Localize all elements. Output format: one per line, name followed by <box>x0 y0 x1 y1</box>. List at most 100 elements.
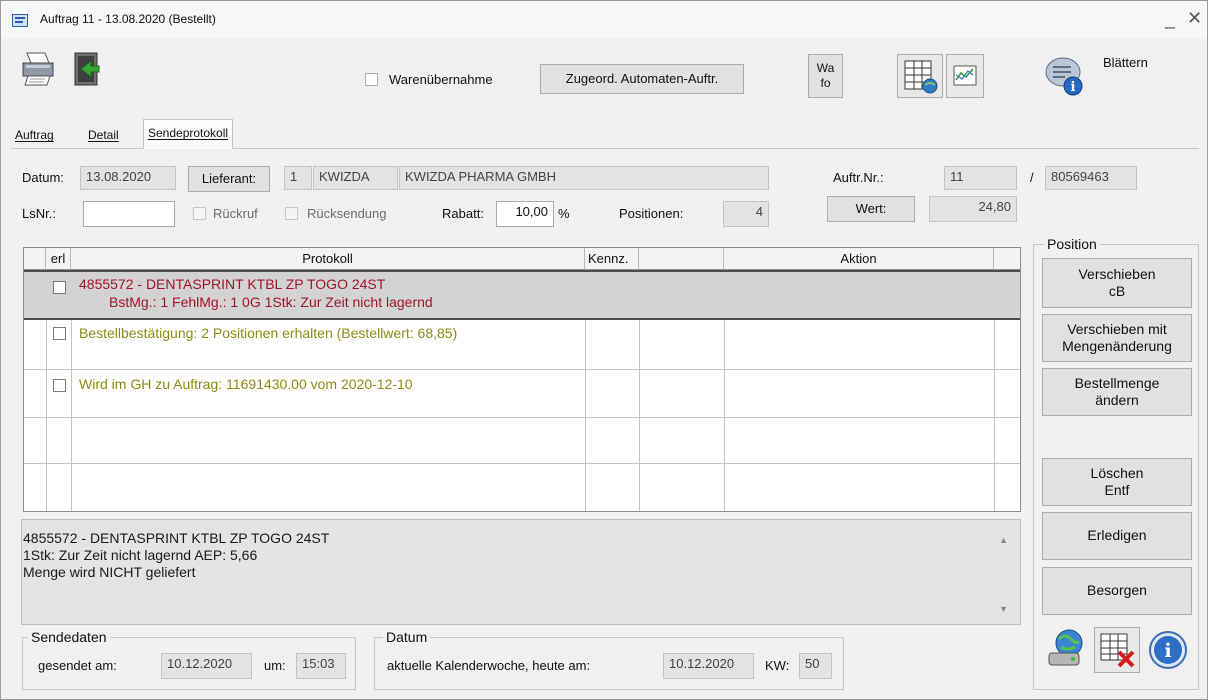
sendedaten-title: Sendedaten <box>28 629 110 645</box>
table-row-empty[interactable] <box>24 464 1020 511</box>
info-line-2: 1Stk: Zur Zeit nicht lagernd AEP: 5,66 <box>23 547 258 563</box>
message-info-icon[interactable]: i <box>1043 54 1087 98</box>
loeschen-label-1: Löschen <box>1090 464 1144 481</box>
window-title: Auftrag 11 - 13.08.2020 (Bestellt) <box>40 12 216 26</box>
globe-drive-icon[interactable] <box>1045 627 1089 671</box>
bestellmenge-label-2: ändern <box>1095 392 1139 408</box>
position-groupbox-title: Position <box>1044 236 1100 252</box>
rabatt-input[interactable]: 10,00 <box>496 201 554 227</box>
scroll-up-arrow-icon[interactable]: ▲ <box>999 532 1008 549</box>
row-erl-checkbox[interactable] <box>53 379 66 392</box>
rueckruf-label: Rückruf <box>213 206 258 221</box>
verschieben-mit-label-2: Mengenänderung <box>1062 338 1172 354</box>
lieferant-code-field: KWIZDA <box>313 166 398 190</box>
column-header-filler <box>994 248 1020 270</box>
erledigen-button[interactable]: Erledigen <box>1042 512 1192 560</box>
warenuebernahme-checkbox[interactable] <box>365 73 378 86</box>
datum-label: Datum: <box>22 170 64 185</box>
svg-text:i: i <box>1164 640 1171 662</box>
tab-auftrag-label: Auftrag <box>15 128 54 142</box>
verschieben-mengenaenderung-button[interactable]: Verschieben mit Mengenänderung <box>1042 314 1192 362</box>
blaettern-label: Blättern <box>1103 55 1148 70</box>
printer-icon[interactable] <box>19 49 59 89</box>
table-row[interactable]: 4855572 - DENTASPRINT KTBL ZP TOGO 24ST … <box>24 270 1020 320</box>
tab-sendeprotokoll[interactable]: Sendeprotokoll <box>143 119 234 149</box>
besorgen-button[interactable]: Besorgen <box>1042 567 1192 615</box>
scroll-down-arrow-icon[interactable]: ▼ <box>999 601 1008 618</box>
lieferant-button[interactable]: Lieferant: <box>188 166 270 192</box>
column-header-erl[interactable]: erl <box>46 248 71 270</box>
rabatt-unit: % <box>558 206 570 221</box>
wert-field: 24,80 <box>929 196 1017 222</box>
main-window: Auftrag 11 - 13.08.2020 (Bestellt) _ ✕ W… <box>0 0 1208 700</box>
zugeord-automaten-button[interactable]: Zugeord. Automaten-Auftr. <box>540 64 744 94</box>
row-erl-checkbox[interactable] <box>53 281 66 294</box>
lieferant-nr-field: 1 <box>284 166 312 190</box>
loeschen-button[interactable]: Löschen Entf <box>1042 458 1192 506</box>
column-header-protokoll[interactable]: Protokoll <box>71 248 585 270</box>
heute-field: 10.12.2020 <box>663 653 754 679</box>
bestellmenge-aendern-button[interactable]: Bestellmenge ändern <box>1042 368 1192 416</box>
info-text-area[interactable]: 4855572 - DENTASPRINT KTBL ZP TOGO 24ST … <box>21 519 1021 625</box>
column-header-kennz[interactable]: Kennz. <box>585 248 639 270</box>
exit-door-icon[interactable] <box>67 49 107 89</box>
kalenderwoche-label: aktuelle Kalenderwoche, heute am: <box>387 658 591 673</box>
column-header-blank[interactable] <box>639 248 724 270</box>
lsnr-label: LsNr.: <box>22 206 56 221</box>
row-protokoll-detail: BstMg.: 1 FehlMg.: 1 0G 1Stk: Zur Zeit n… <box>109 294 433 310</box>
verschieben-cb-button[interactable]: Verschieben cB <box>1042 258 1192 308</box>
rabatt-label: Rabatt: <box>442 206 484 221</box>
auftr-ext-field: 80569463 <box>1045 166 1137 190</box>
ruecksendung-label: Rücksendung <box>307 206 387 221</box>
auftr-slash: / <box>1030 170 1034 185</box>
lieferant-name-field: KWIZDA PHARMA GMBH <box>399 166 769 190</box>
kw-field: 50 <box>799 653 832 679</box>
row-protokoll-text: 4855572 - DENTASPRINT KTBL ZP TOGO 24ST <box>79 276 386 292</box>
um-field: 15:03 <box>296 653 346 679</box>
wert-button[interactable]: Wert: <box>827 196 915 222</box>
chart-icon[interactable] <box>946 54 984 98</box>
table-row[interactable]: Wird im GH zu Auftrag: 11691430.00 vom 2… <box>24 370 1020 418</box>
tab-detail-label: Detail <box>88 128 119 142</box>
kw-label: KW: <box>765 658 790 673</box>
loeschen-label-2: Entf <box>1104 482 1130 498</box>
bestellmenge-label-1: Bestellmenge <box>1074 374 1160 391</box>
wafo-label-2: fo <box>820 76 831 90</box>
verschieben-cb-label-2: cB <box>1108 283 1126 299</box>
tab-sendeprotokoll-label: Sendeprotokoll <box>148 126 229 140</box>
um-label: um: <box>264 658 286 673</box>
datum-group-title: Datum <box>383 629 431 645</box>
table-row-empty[interactable] <box>24 418 1020 464</box>
gesendet-am-label: gesendet am: <box>38 658 117 673</box>
row-protokoll-text: Wird im GH zu Auftrag: 11691430.00 vom 2… <box>79 376 413 392</box>
auftr-nr-label: Auftr.Nr.: <box>833 170 884 185</box>
verschieben-mit-label-1: Verschieben mit <box>1067 320 1167 337</box>
grid-row-header <box>24 248 46 270</box>
info-line-3: Menge wird NICHT geliefert <box>23 564 196 580</box>
rueckruf-checkbox[interactable] <box>193 207 206 220</box>
title-bar: Auftrag 11 - 13.08.2020 (Bestellt) _ ✕ <box>1 1 1207 39</box>
table-row[interactable]: Bestellbestätigung: 2 Positionen erhalte… <box>24 320 1020 370</box>
protokoll-grid: erl Protokoll Kennz. Aktion 4855572 - DE… <box>23 247 1021 512</box>
tab-auftrag[interactable]: Auftrag <box>11 122 58 149</box>
wafo-button[interactable]: Wa fo <box>808 54 843 98</box>
tab-detail[interactable]: Detail <box>84 122 123 149</box>
minimize-button[interactable]: _ <box>1165 9 1175 30</box>
row-protokoll-text: Bestellbestätigung: 2 Positionen erhalte… <box>79 325 458 341</box>
table-delete-icon[interactable] <box>1094 627 1140 673</box>
ruecksendung-checkbox[interactable] <box>285 207 298 220</box>
datum-field: 13.08.2020 <box>80 166 176 190</box>
table-globe-icon[interactable] <box>897 54 943 98</box>
row-erl-checkbox[interactable] <box>53 327 66 340</box>
column-header-aktion[interactable]: Aktion <box>724 248 994 270</box>
window-app-icon <box>12 14 28 27</box>
info-line-1: 4855572 - DENTASPRINT KTBL ZP TOGO 24ST <box>23 530 330 546</box>
positionen-field: 4 <box>723 201 769 227</box>
info-icon[interactable]: i <box>1147 629 1191 673</box>
close-button[interactable]: ✕ <box>1187 8 1202 29</box>
wafo-label-1: Wa <box>816 61 835 75</box>
lsnr-input[interactable] <box>83 201 175 227</box>
gesendet-am-field: 10.12.2020 <box>161 653 252 679</box>
positionen-label: Positionen: <box>619 206 684 221</box>
auftr-nr-field: 11 <box>944 166 1017 190</box>
